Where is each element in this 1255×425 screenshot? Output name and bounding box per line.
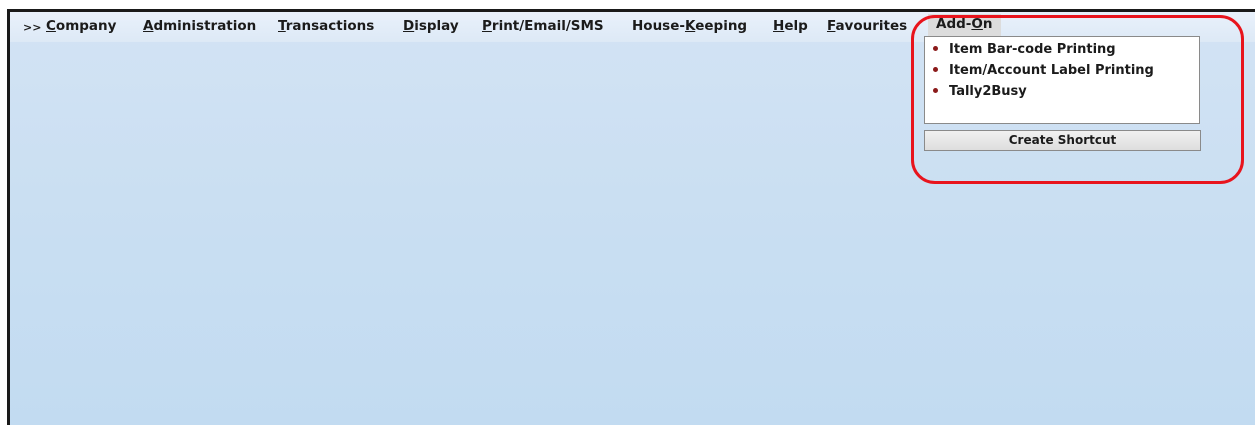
add-on-dropdown: Item Bar-code Printing Item/Account Labe… [924, 36, 1200, 124]
create-shortcut-button[interactable]: Create Shortcut [924, 130, 1201, 151]
menu-expand-chevron-icon[interactable]: >> [23, 21, 41, 34]
bullet-icon [933, 67, 938, 72]
menu-display[interactable]: Display [403, 18, 459, 34]
menu-help[interactable]: Help [773, 18, 808, 34]
menu-favourites[interactable]: Favourites [827, 18, 907, 34]
menu-transactions[interactable]: Transactions [278, 18, 374, 34]
menu-print-email-sms[interactable]: Print/Email/SMS [482, 18, 604, 34]
addon-item-label-printing[interactable]: Item/Account Label Printing [933, 63, 1154, 78]
menu-house-keeping[interactable]: House-Keeping [632, 18, 747, 34]
bullet-icon [933, 46, 938, 51]
menu-administration[interactable]: Administration [143, 18, 256, 34]
menu-add-on[interactable]: Add-On [928, 14, 1001, 38]
addon-item-tally2busy[interactable]: Tally2Busy [933, 84, 1027, 99]
bullet-icon [933, 88, 938, 93]
menu-company[interactable]: Company [46, 18, 116, 34]
addon-item-barcode-printing[interactable]: Item Bar-code Printing [933, 42, 1116, 57]
